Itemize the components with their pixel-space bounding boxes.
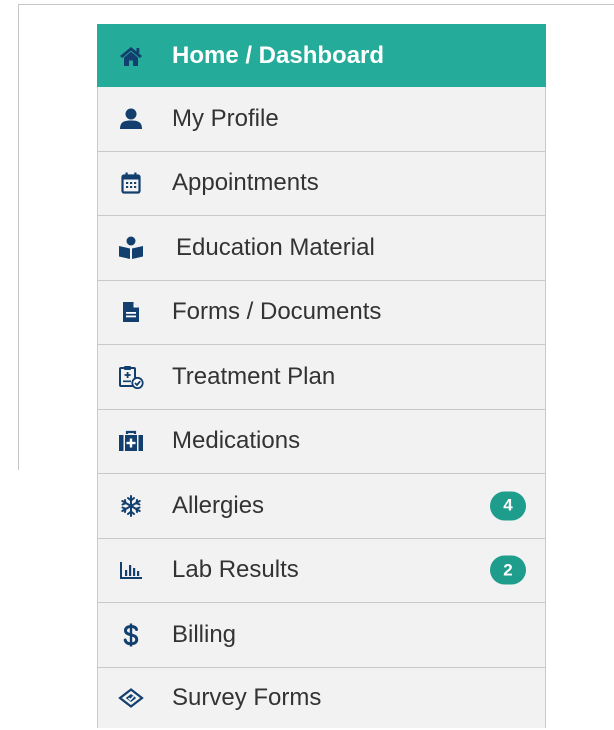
- nav-item-allergies[interactable]: Allergies 4: [97, 474, 546, 539]
- diamond-icon: [118, 685, 144, 711]
- book-reader-icon: [118, 235, 144, 261]
- lab-results-count-badge: 2: [490, 555, 526, 585]
- nav-item-label: Medications: [172, 427, 301, 455]
- clipboard-check-icon: [118, 364, 144, 390]
- nav-item-label: Treatment Plan: [172, 362, 336, 390]
- document-icon: [118, 299, 144, 325]
- nav-item-label: Billing: [172, 620, 237, 648]
- nav-item-label: Home / Dashboard: [172, 41, 385, 69]
- sidebar-nav: Home / Dashboard My Profile Appointments…: [97, 24, 546, 728]
- snowflake-icon: [118, 493, 144, 519]
- panel-border-left: [18, 4, 19, 470]
- nav-item-home[interactable]: Home / Dashboard: [97, 24, 546, 87]
- nav-item-label: Education Material: [176, 233, 375, 261]
- nav-item-label: Appointments: [172, 169, 319, 197]
- dollar-icon: [118, 622, 144, 648]
- nav-item-label: Forms / Documents: [172, 298, 382, 326]
- nav-item-profile[interactable]: My Profile: [97, 87, 546, 152]
- nav-item-label: My Profile: [172, 104, 279, 132]
- allergies-count-badge: 4: [490, 491, 526, 521]
- home-icon: [118, 43, 144, 69]
- nav-item-treatment[interactable]: Treatment Plan: [97, 345, 546, 410]
- nav-item-medications[interactable]: Medications: [97, 409, 546, 474]
- nav-item-education[interactable]: Education Material: [97, 216, 546, 281]
- nav-item-forms[interactable]: Forms / Documents: [97, 280, 546, 345]
- nav-item-survey[interactable]: Survey Forms: [97, 667, 546, 728]
- user-icon: [118, 106, 144, 132]
- medkit-icon: [118, 428, 144, 454]
- nav-item-billing[interactable]: Billing: [97, 603, 546, 668]
- nav-item-appointments[interactable]: Appointments: [97, 151, 546, 216]
- nav-item-label: Allergies: [172, 491, 265, 519]
- nav-item-lab-results[interactable]: Lab Results 2: [97, 538, 546, 603]
- calendar-icon: [118, 170, 144, 196]
- bar-chart-icon: [118, 557, 144, 583]
- nav-item-label: Lab Results: [172, 556, 299, 584]
- panel-border-top: [18, 4, 614, 5]
- nav-item-label: Survey Forms: [172, 683, 322, 711]
